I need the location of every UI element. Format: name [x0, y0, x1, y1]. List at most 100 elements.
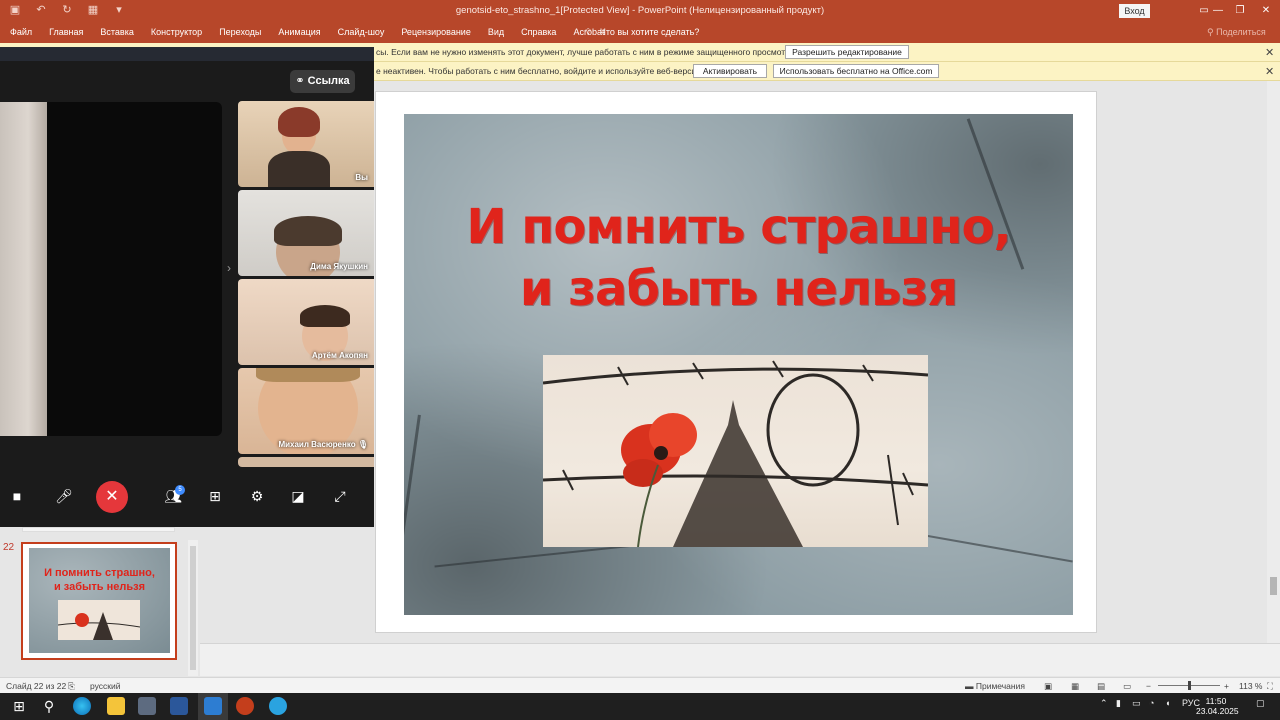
participant-name-text: Михаил Васюренко: [278, 440, 356, 449]
participant-name: Вы: [355, 173, 368, 182]
grid-layout-icon[interactable]: ⊞: [200, 481, 230, 511]
tell-me-box[interactable]: 💡︎ Что вы хотите сделать?: [585, 27, 699, 38]
close-window-button[interactable]: ✕: [1254, 3, 1278, 19]
participant-tile-partial[interactable]: [238, 457, 374, 467]
status-bar: Слайд 22 из 22 ⎘ русский ▬ Примечания ▣ …: [0, 677, 1280, 693]
close-icon[interactable]: ✕: [1265, 46, 1274, 59]
file-explorer-icon[interactable]: [107, 697, 125, 715]
slide[interactable]: И помнить страшно, и забыть нельзя: [404, 114, 1073, 615]
tray-expand-icon[interactable]: ⌃: [1100, 698, 1108, 709]
slideshow-view-icon[interactable]: ▭: [1123, 681, 1131, 692]
zoom-slider-thumb[interactable]: [1188, 681, 1191, 690]
thumbnail-photo: [57, 600, 141, 640]
meeting-app-icon[interactable]: [204, 697, 222, 715]
main-video[interactable]: [0, 102, 222, 436]
usb-icon[interactable]: ▮: [1116, 698, 1121, 709]
copy-link-button[interactable]: ⚭ Ссылка: [290, 70, 355, 93]
slide-title-line1: И помнить страшно,: [466, 199, 1011, 255]
poppy-barbed-wire-photo: [543, 355, 928, 547]
thumbnail-scrollbar[interactable]: [188, 540, 198, 676]
clock[interactable]: 11:50 23.04.2025: [1196, 696, 1239, 716]
chevron-right-icon[interactable]: ›: [227, 261, 231, 275]
tab-review[interactable]: Рецензирование: [401, 27, 471, 37]
notes-toggle[interactable]: ▬ Примечания: [965, 681, 1025, 691]
notes-icon: ▬: [965, 681, 974, 691]
search-icon[interactable]: ⚲: [40, 697, 58, 715]
picture-in-picture-icon[interactable]: ◪: [283, 481, 313, 511]
tab-animations[interactable]: Анимация: [278, 27, 320, 37]
minimize-button[interactable]: —: [1208, 3, 1228, 19]
share-button[interactable]: ⚲ Поделиться: [1207, 27, 1266, 38]
store-icon[interactable]: [138, 697, 156, 715]
taskbar: ⊞ ⚲ ⌃ ▮ ▭ ◔ ◖ РУС 11:50 23.04.2025 ▢: [0, 693, 1280, 720]
participant-hair: [256, 368, 360, 382]
camera-icon[interactable]: ■: [2, 481, 32, 511]
close-icon[interactable]: ✕: [1265, 65, 1274, 78]
enable-editing-button[interactable]: Разрешить редактирование: [785, 45, 909, 59]
normal-view-icon[interactable]: ▣: [1044, 681, 1052, 692]
main-video-feed: [0, 102, 47, 436]
tab-transitions[interactable]: Переходы: [219, 27, 261, 37]
spellcheck-icon[interactable]: ⎘: [68, 681, 75, 692]
slide-thumbnail-22[interactable]: И помнить страшно, и забыть нельзя: [29, 548, 170, 653]
notification-icon[interactable]: ▢: [1256, 698, 1265, 709]
fullscreen-icon[interactable]: ⤢: [325, 481, 355, 511]
telegram-icon[interactable]: [269, 697, 287, 715]
participant-name: Дима Якушкин: [310, 262, 368, 271]
network-icon[interactable]: ▭: [1132, 698, 1141, 709]
tab-help[interactable]: Справка: [521, 27, 556, 37]
title-bar: ▣ ↶ ↻ ▦ ▾ genotsid-eto_strashno_1[Protec…: [0, 0, 1280, 22]
maximize-button[interactable]: ❐: [1228, 3, 1252, 19]
panel-edge: [22, 527, 175, 532]
tab-home[interactable]: Главная: [49, 27, 83, 37]
zoom-out-icon[interactable]: −: [1146, 681, 1151, 691]
thumbnail-title: И помнить страшно, и забыть нельзя: [29, 566, 170, 594]
participant-tile[interactable]: Вы: [238, 101, 374, 187]
thumbnail-title-line2: и забыть нельзя: [53, 581, 146, 593]
notes-pane[interactable]: [200, 643, 1280, 676]
scroll-thumb[interactable]: [1270, 577, 1277, 595]
crack-texture: [404, 414, 421, 614]
thumbnail-scroll-thumb[interactable]: [190, 546, 196, 670]
participant-hair: [274, 216, 342, 246]
sign-in-button[interactable]: Вход: [1119, 4, 1150, 18]
clock-date: 23.04.2025: [1196, 706, 1239, 716]
vertical-scrollbar[interactable]: [1267, 81, 1280, 643]
end-call-button[interactable]: ✕: [96, 481, 128, 513]
language-indicator[interactable]: русский: [90, 681, 121, 691]
wifi-icon[interactable]: ◔: [1149, 698, 1154, 708]
use-free-button[interactable]: Использовать бесплатно на Office.com: [773, 64, 939, 78]
zoom-in-icon[interactable]: +: [1224, 681, 1229, 691]
clock-time: 11:50: [1205, 696, 1227, 706]
settings-icon[interactable]: ⚙: [242, 481, 272, 511]
person-icon: ⚲: [1207, 27, 1214, 37]
start-icon[interactable]: ⊞: [10, 697, 28, 715]
volume-icon[interactable]: ◖: [1165, 698, 1170, 708]
protected-view-message: сы. Если вам не нужно изменять этот доку…: [376, 47, 797, 57]
fit-slide-icon[interactable]: ⛶: [1267, 681, 1273, 692]
word-icon[interactable]: [170, 697, 188, 715]
slide-title-line2: и забыть нельзя: [519, 261, 958, 317]
activate-button[interactable]: Активировать: [693, 64, 767, 78]
thumbnail-illustration: [57, 612, 141, 640]
slide-title: И помнить страшно, и забыть нельзя: [404, 196, 1073, 320]
photo-illustration: [543, 360, 928, 547]
tab-view[interactable]: Вид: [488, 27, 504, 37]
participant-tile[interactable]: Артём Акопян: [238, 279, 374, 365]
edge-icon[interactable]: [73, 697, 91, 715]
tab-slideshow[interactable]: Слайд-шоу: [338, 27, 385, 37]
notes-label: Примечания: [975, 681, 1025, 691]
tab-file[interactable]: Файл: [10, 27, 32, 37]
zoom-level[interactable]: 113 %: [1239, 681, 1262, 691]
microphone-icon[interactable]: 🎤︎: [49, 481, 79, 511]
slide-count: Слайд 22 из 22: [6, 681, 67, 691]
tab-insert[interactable]: Вставка: [100, 27, 133, 37]
participant-tile[interactable]: Дима Якушкин: [238, 190, 374, 276]
slide-sorter-icon[interactable]: ▦: [1071, 681, 1079, 692]
participant-hair: [278, 107, 320, 137]
ribbon-tabs: Файл Главная Вставка Конструктор Переход…: [0, 22, 1280, 43]
participant-tile[interactable]: Михаил Васюренко 🎙︎: [238, 368, 374, 454]
reading-view-icon[interactable]: ▤: [1097, 681, 1105, 692]
powerpoint-icon[interactable]: [236, 697, 254, 715]
tab-design[interactable]: Конструктор: [151, 27, 202, 37]
